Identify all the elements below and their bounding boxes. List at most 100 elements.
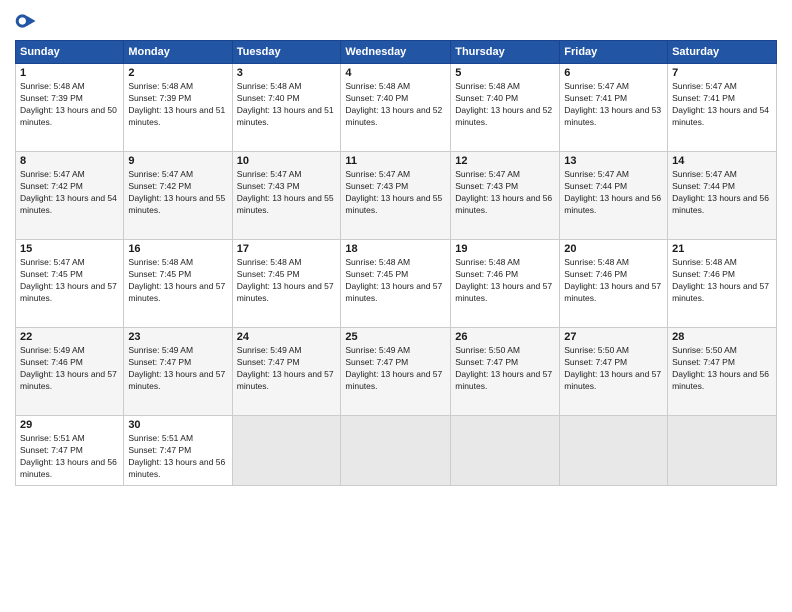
day-number: 14 bbox=[672, 155, 772, 167]
day-info: Sunrise: 5:47 AMSunset: 7:45 PMDaylight:… bbox=[20, 257, 119, 305]
calendar-cell bbox=[341, 416, 451, 486]
day-info: Sunrise: 5:49 AMSunset: 7:47 PMDaylight:… bbox=[237, 345, 337, 393]
day-info: Sunrise: 5:48 AMSunset: 7:40 PMDaylight:… bbox=[345, 81, 446, 129]
day-number: 15 bbox=[20, 243, 119, 255]
day-info: Sunrise: 5:50 AMSunset: 7:47 PMDaylight:… bbox=[564, 345, 663, 393]
calendar-cell: 28 Sunrise: 5:50 AMSunset: 7:47 PMDayligh… bbox=[668, 328, 777, 416]
calendar-cell: 8 Sunrise: 5:47 AMSunset: 7:42 PMDaylight… bbox=[16, 152, 124, 240]
page-container: SundayMondayTuesdayWednesdayThursdayFrid… bbox=[0, 0, 792, 612]
calendar-cell: 17Sunrise: 5:48 AMSunset: 7:45 PMDayligh… bbox=[232, 240, 341, 328]
day-info: Sunrise: 5:48 AMSunset: 7:45 PMDaylight:… bbox=[345, 257, 446, 305]
day-number: 12 bbox=[455, 155, 555, 167]
day-number: 3 bbox=[237, 67, 337, 79]
day-number: 6 bbox=[564, 67, 663, 79]
day-number: 21 bbox=[672, 243, 772, 255]
calendar-cell: 7Sunrise: 5:47 AMSunset: 7:41 PMDaylight… bbox=[668, 64, 777, 152]
logo bbox=[15, 10, 41, 32]
day-info: Sunrise: 5:48 AMSunset: 7:39 PMDaylight:… bbox=[128, 81, 227, 129]
day-number: 29 bbox=[20, 419, 119, 431]
day-info: Sunrise: 5:47 AMSunset: 7:44 PMDaylight:… bbox=[564, 169, 663, 217]
day-info: Sunrise: 5:49 AMSunset: 7:47 PMDaylight:… bbox=[345, 345, 446, 393]
calendar-weekday: Saturday bbox=[668, 41, 777, 64]
calendar-weekday: Friday bbox=[560, 41, 668, 64]
day-info: Sunrise: 5:50 AMSunset: 7:47 PMDaylight:… bbox=[455, 345, 555, 393]
calendar-table: SundayMondayTuesdayWednesdayThursdayFrid… bbox=[15, 40, 777, 486]
calendar-cell: 20Sunrise: 5:48 AMSunset: 7:46 PMDayligh… bbox=[560, 240, 668, 328]
calendar-cell: 27 Sunrise: 5:50 AMSunset: 7:47 PMDayligh… bbox=[560, 328, 668, 416]
day-number: 26 bbox=[455, 331, 555, 343]
calendar-cell: 10 Sunrise: 5:47 AMSunset: 7:43 PMDayligh… bbox=[232, 152, 341, 240]
calendar-cell: 25 Sunrise: 5:49 AMSunset: 7:47 PMDayligh… bbox=[341, 328, 451, 416]
calendar-cell: 12 Sunrise: 5:47 AMSunset: 7:43 PMDayligh… bbox=[451, 152, 560, 240]
calendar-week-row: 1 Sunrise: 5:48 AMSunset: 7:39 PMDaylight… bbox=[16, 64, 777, 152]
calendar-week-row: 8 Sunrise: 5:47 AMSunset: 7:42 PMDaylight… bbox=[16, 152, 777, 240]
day-number: 27 bbox=[564, 331, 663, 343]
day-info: Sunrise: 5:47 AMSunset: 7:43 PMDaylight:… bbox=[237, 169, 337, 217]
calendar-cell: 26 Sunrise: 5:50 AMSunset: 7:47 PMDayligh… bbox=[451, 328, 560, 416]
day-info: Sunrise: 5:48 AMSunset: 7:46 PMDaylight:… bbox=[455, 257, 555, 305]
calendar-cell bbox=[232, 416, 341, 486]
day-number: 1 bbox=[20, 67, 119, 79]
calendar-cell: 23 Sunrise: 5:49 AMSunset: 7:47 PMDayligh… bbox=[124, 328, 232, 416]
day-number: 28 bbox=[672, 331, 772, 343]
calendar-cell: 21 Sunrise: 5:48 AMSunset: 7:46 PMDayligh… bbox=[668, 240, 777, 328]
calendar-cell bbox=[560, 416, 668, 486]
day-info: Sunrise: 5:48 AMSunset: 7:46 PMDaylight:… bbox=[672, 257, 772, 305]
calendar-weekday: Thursday bbox=[451, 41, 560, 64]
calendar-cell: 16Sunrise: 5:48 AMSunset: 7:45 PMDayligh… bbox=[124, 240, 232, 328]
calendar-weekday: Tuesday bbox=[232, 41, 341, 64]
day-number: 18 bbox=[345, 243, 446, 255]
day-number: 23 bbox=[128, 331, 227, 343]
day-number: 30 bbox=[128, 419, 227, 431]
day-number: 9 bbox=[128, 155, 227, 167]
day-info: Sunrise: 5:49 AMSunset: 7:47 PMDaylight:… bbox=[128, 345, 227, 393]
calendar-cell: 2 Sunrise: 5:48 AMSunset: 7:39 PMDaylight… bbox=[124, 64, 232, 152]
calendar-cell: 14Sunrise: 5:47 AMSunset: 7:44 PMDayligh… bbox=[668, 152, 777, 240]
calendar-week-row: 29 Sunrise: 5:51 AMSunset: 7:47 PMDayligh… bbox=[16, 416, 777, 486]
calendar-cell: 24 Sunrise: 5:49 AMSunset: 7:47 PMDayligh… bbox=[232, 328, 341, 416]
day-info: Sunrise: 5:51 AMSunset: 7:47 PMDaylight:… bbox=[128, 433, 227, 481]
day-info: Sunrise: 5:48 AMSunset: 7:45 PMDaylight:… bbox=[237, 257, 337, 305]
calendar-cell: 19 Sunrise: 5:48 AMSunset: 7:46 PMDayligh… bbox=[451, 240, 560, 328]
day-info: Sunrise: 5:47 AMSunset: 7:42 PMDaylight:… bbox=[128, 169, 227, 217]
calendar-cell bbox=[451, 416, 560, 486]
day-info: Sunrise: 5:49 AMSunset: 7:46 PMDaylight:… bbox=[20, 345, 119, 393]
day-number: 13 bbox=[564, 155, 663, 167]
day-number: 24 bbox=[237, 331, 337, 343]
calendar-cell: 18 Sunrise: 5:48 AMSunset: 7:45 PMDayligh… bbox=[341, 240, 451, 328]
day-info: Sunrise: 5:47 AMSunset: 7:41 PMDaylight:… bbox=[564, 81, 663, 129]
day-number: 8 bbox=[20, 155, 119, 167]
day-info: Sunrise: 5:47 AMSunset: 7:43 PMDaylight:… bbox=[455, 169, 555, 217]
day-number: 19 bbox=[455, 243, 555, 255]
day-number: 10 bbox=[237, 155, 337, 167]
day-number: 22 bbox=[20, 331, 119, 343]
day-info: Sunrise: 5:47 AMSunset: 7:42 PMDaylight:… bbox=[20, 169, 119, 217]
day-info: Sunrise: 5:48 AMSunset: 7:39 PMDaylight:… bbox=[20, 81, 119, 129]
day-number: 20 bbox=[564, 243, 663, 255]
calendar-body: 1 Sunrise: 5:48 AMSunset: 7:39 PMDaylight… bbox=[16, 64, 777, 486]
calendar-cell: 22 Sunrise: 5:49 AMSunset: 7:46 PMDayligh… bbox=[16, 328, 124, 416]
calendar-cell: 29Sunrise: 5:51 AMSunset: 7:47 PMDayligh… bbox=[16, 416, 124, 486]
page-header bbox=[15, 10, 777, 32]
calendar-cell: 4Sunrise: 5:48 AMSunset: 7:40 PMDaylight… bbox=[341, 64, 451, 152]
day-info: Sunrise: 5:47 AMSunset: 7:43 PMDaylight:… bbox=[345, 169, 446, 217]
day-number: 25 bbox=[345, 331, 446, 343]
calendar-cell: 13 Sunrise: 5:47 AMSunset: 7:44 PMDayligh… bbox=[560, 152, 668, 240]
calendar-header-row: SundayMondayTuesdayWednesdayThursdayFrid… bbox=[16, 41, 777, 64]
calendar-weekday: Monday bbox=[124, 41, 232, 64]
day-info: Sunrise: 5:48 AMSunset: 7:45 PMDaylight:… bbox=[128, 257, 227, 305]
calendar-cell: 5Sunrise: 5:48 AMSunset: 7:40 PMDaylight… bbox=[451, 64, 560, 152]
day-number: 2 bbox=[128, 67, 227, 79]
day-number: 5 bbox=[455, 67, 555, 79]
calendar-weekday: Sunday bbox=[16, 41, 124, 64]
calendar-cell: 1 Sunrise: 5:48 AMSunset: 7:39 PMDaylight… bbox=[16, 64, 124, 152]
calendar-week-row: 22 Sunrise: 5:49 AMSunset: 7:46 PMDayligh… bbox=[16, 328, 777, 416]
day-info: Sunrise: 5:47 AMSunset: 7:41 PMDaylight:… bbox=[672, 81, 772, 129]
calendar-cell: 9 Sunrise: 5:47 AMSunset: 7:42 PMDaylight… bbox=[124, 152, 232, 240]
calendar-cell: 3 Sunrise: 5:48 AMSunset: 7:40 PMDaylight… bbox=[232, 64, 341, 152]
calendar-weekday: Wednesday bbox=[341, 41, 451, 64]
day-info: Sunrise: 5:48 AMSunset: 7:40 PMDaylight:… bbox=[237, 81, 337, 129]
calendar-cell: 30 Sunrise: 5:51 AMSunset: 7:47 PMDayligh… bbox=[124, 416, 232, 486]
day-info: Sunrise: 5:50 AMSunset: 7:47 PMDaylight:… bbox=[672, 345, 772, 393]
logo-icon bbox=[15, 10, 37, 32]
